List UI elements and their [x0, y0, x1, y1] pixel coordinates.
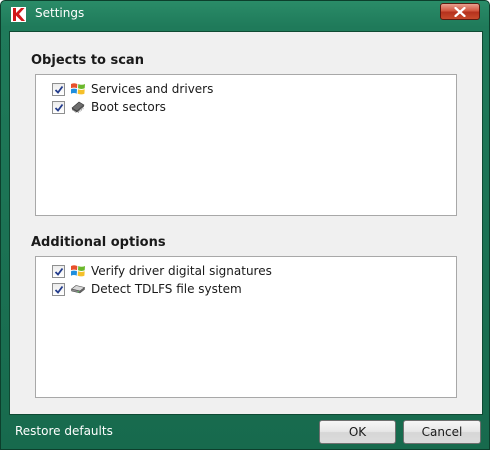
ok-button[interactable]: OK: [319, 420, 396, 444]
windows-flag-icon: [71, 265, 85, 277]
kaspersky-logo-icon: [11, 7, 26, 22]
services-drivers-label: Services and drivers: [91, 82, 214, 96]
cancel-button[interactable]: Cancel: [403, 420, 481, 444]
verify-signatures-label: Verify driver digital signatures: [91, 264, 272, 278]
window-title: Settings: [35, 6, 85, 20]
detect-tdlfs-label: Detect TDLFS file system: [91, 282, 242, 296]
hard-drive-icon: [70, 285, 86, 294]
objects-listbox[interactable]: Services and drivers Boot sectors: [35, 74, 457, 216]
checkmark-icon: [54, 267, 64, 276]
dialog-body: Objects to scan Services and drivers Boo…: [9, 31, 483, 415]
objects-section-title: Objects to scan: [31, 53, 144, 68]
additional-listbox[interactable]: Verify driver digital signatures Detect …: [35, 256, 457, 398]
services-drivers-checkbox[interactable]: [52, 83, 65, 96]
title-bar[interactable]: Settings: [1, 1, 489, 27]
checkmark-icon: [54, 285, 64, 294]
boot-sectors-label: Boot sectors: [91, 100, 166, 114]
verify-signatures-checkbox[interactable]: [52, 265, 65, 278]
boot-sectors-checkbox[interactable]: [52, 101, 65, 114]
close-icon: [454, 7, 466, 17]
chip-icon: [71, 101, 85, 113]
restore-defaults-link[interactable]: Restore defaults: [15, 424, 113, 438]
checkmark-icon: [54, 85, 64, 94]
detect-tdlfs-checkbox[interactable]: [52, 283, 65, 296]
settings-window: Settings Objects to scan Services and dr…: [0, 0, 490, 450]
checkmark-icon: [54, 103, 64, 112]
close-button[interactable]: [440, 3, 480, 20]
windows-flag-icon: [71, 83, 85, 95]
additional-section-title: Additional options: [31, 235, 166, 250]
